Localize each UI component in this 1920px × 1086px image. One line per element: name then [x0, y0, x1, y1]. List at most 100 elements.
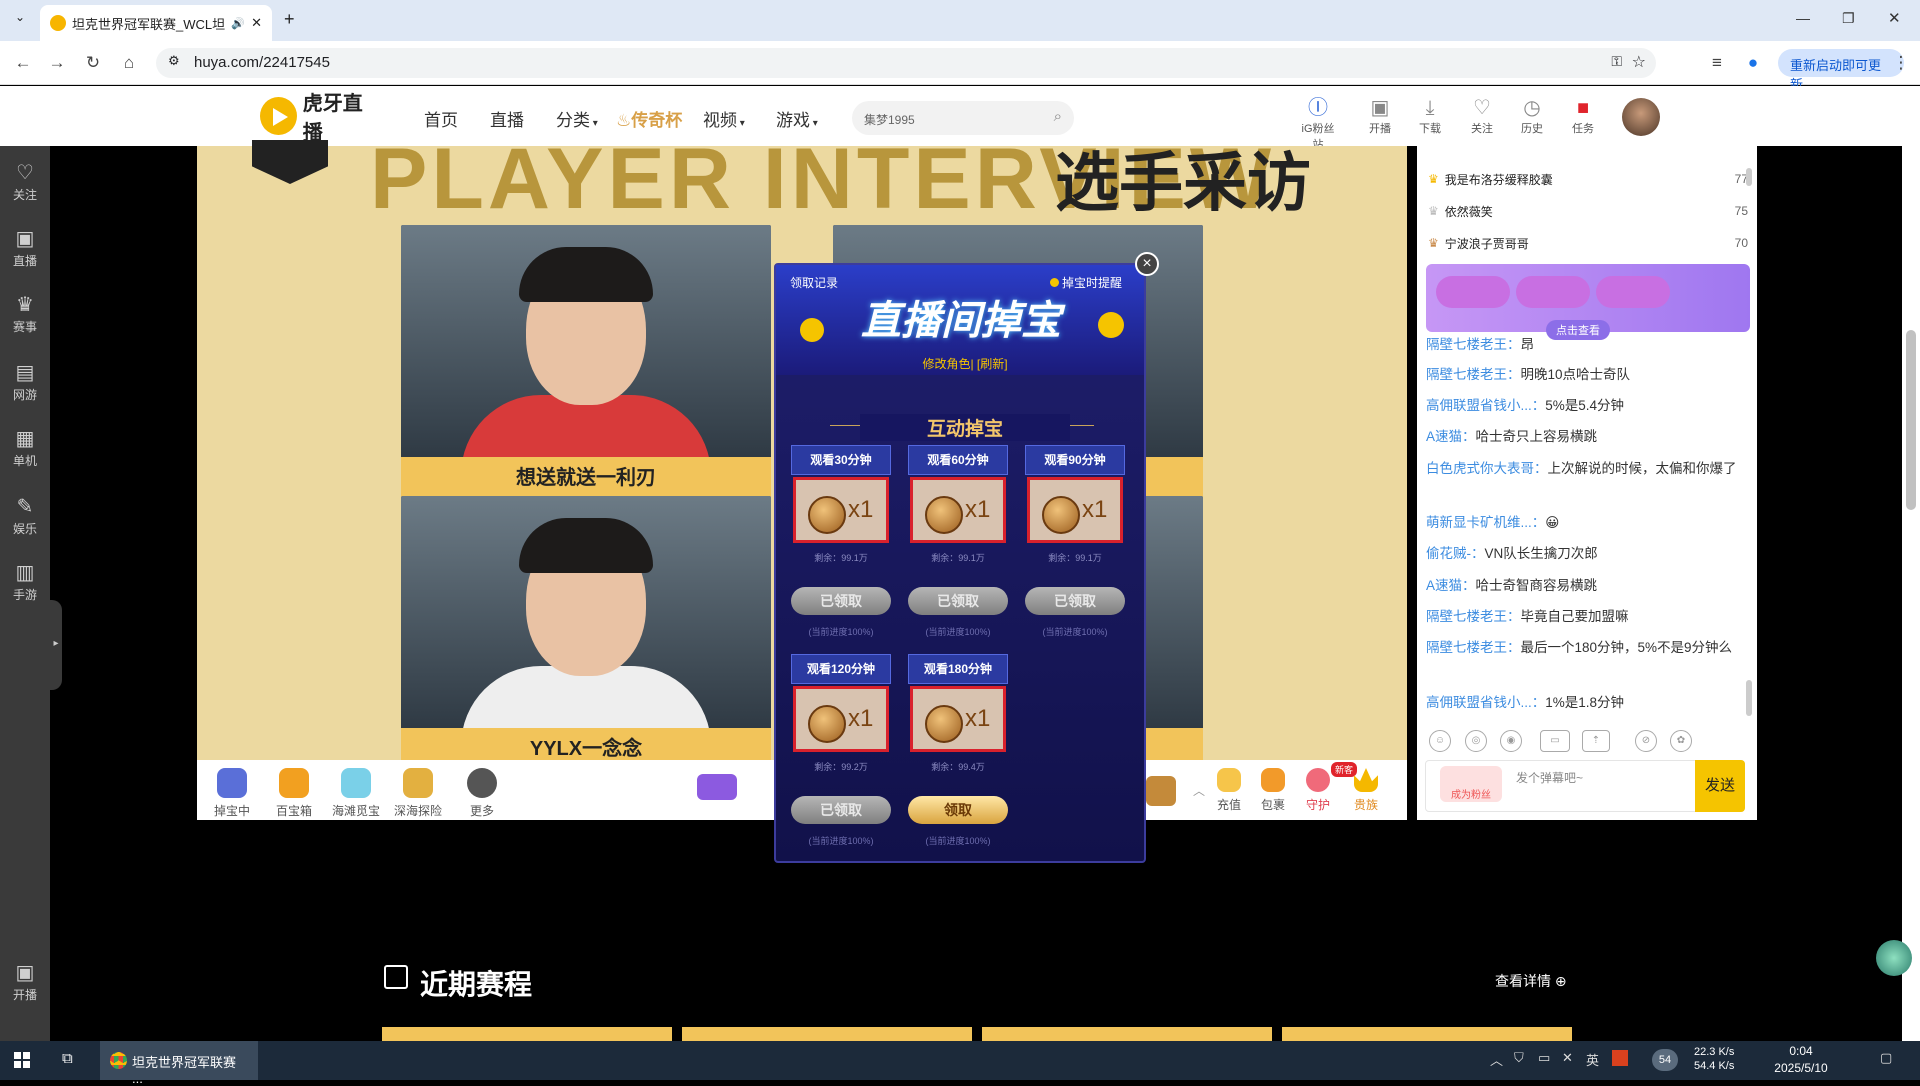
plugin-icon[interactable]: ▭ — [1540, 730, 1570, 752]
gift-item[interactable]: 掉宝中 — [202, 768, 262, 819]
become-fan-button[interactable]: 成为粉丝 — [1440, 766, 1502, 802]
header-history[interactable]: ◷ 历史 — [1512, 96, 1552, 136]
rank-scrollbar[interactable] — [1746, 168, 1752, 186]
floating-assistant-icon[interactable] — [1876, 940, 1912, 976]
sidebar-item-events[interactable]: ♛ 赛事 — [0, 292, 50, 335]
gift-item[interactable]: 更多 — [452, 768, 512, 819]
notification-icon[interactable]: ▢ — [1880, 1050, 1892, 1066]
browser-tab[interactable]: 坦克世界冠军联赛_WCL坦克 🔊 ✕ — [40, 5, 272, 41]
sidebar-item-follow[interactable]: ♡ 关注 — [0, 160, 50, 203]
claim-button[interactable]: 领取 — [908, 796, 1008, 824]
sidebar-item-entertainment[interactable]: ✎ 娱乐 — [0, 494, 50, 537]
claimed-button[interactable]: 已领取 — [791, 587, 891, 615]
ime-icon[interactable]: 英 — [1586, 1050, 1599, 1069]
top-icon[interactable]: ⇡ — [1582, 730, 1610, 752]
password-key-icon[interactable]: ⚿ — [1611, 53, 1622, 70]
windows-start-icon[interactable] — [14, 1052, 30, 1068]
chat-user[interactable]: 萌新显卡矿机维...： — [1426, 515, 1545, 530]
sidebar-item-live[interactable]: ▣ 直播 — [0, 226, 50, 269]
page-scrollbar-track[interactable] — [1902, 146, 1920, 1041]
gift-item[interactable]: 百宝箱 — [264, 768, 324, 819]
schedule-card[interactable] — [1282, 1027, 1572, 1041]
meme-icon[interactable]: ◎ — [1465, 730, 1487, 752]
forward-icon[interactable]: → — [46, 52, 68, 74]
chevron-up-icon[interactable]: ︿ — [1190, 776, 1208, 806]
rank-row[interactable]: ♛ 我是布洛芬缓释胶囊 77 — [1428, 166, 1748, 192]
backpack-button[interactable]: 包裹 — [1253, 768, 1293, 813]
schedule-card[interactable] — [382, 1027, 672, 1041]
chat-user[interactable]: A速猫： — [1426, 429, 1476, 444]
remind-checkbox-icon[interactable] — [1050, 278, 1059, 287]
chat-user[interactable]: 隔壁七楼老王： — [1426, 609, 1521, 624]
settings-icon[interactable]: ✿ — [1670, 730, 1692, 752]
update-button[interactable]: 重新启动即可更新 — [1778, 49, 1904, 92]
chat-user[interactable]: 隔壁七楼老王： — [1426, 367, 1521, 382]
address-bar[interactable]: ⚙ huya.com/22417545 ⚿ ☆ — [156, 48, 1656, 78]
gift-item[interactable]: 深海探险 — [388, 768, 448, 819]
profile-icon[interactable]: ● — [1742, 52, 1764, 74]
header-follow[interactable]: ♡ 关注 — [1462, 96, 1502, 136]
site-info-icon[interactable]: ⚙ — [168, 53, 180, 69]
sidebar-item-single[interactable]: ▦ 单机 — [0, 426, 50, 469]
nav-games[interactable]: 游戏 ▾ — [776, 106, 818, 131]
schedule-card[interactable] — [682, 1027, 972, 1041]
nav-live[interactable]: 直播 — [490, 106, 524, 131]
gift-item[interactable]: 海滩觅宝 — [326, 768, 386, 819]
search-icon[interactable]: ⌕ — [1054, 108, 1062, 125]
promo-item[interactable] — [1516, 276, 1590, 308]
close-window-button[interactable]: ✕ — [1888, 9, 1901, 27]
header-download[interactable]: ⤓ 下载 — [1410, 96, 1450, 136]
chat-scrollbar[interactable] — [1746, 680, 1752, 716]
nav-category[interactable]: 分类 ▾ — [556, 106, 598, 131]
taskbar-chrome-app[interactable]: 坦克世界冠军联赛 ... — [100, 1041, 258, 1086]
new-tab-button[interactable]: + — [284, 9, 295, 30]
nav-home[interactable]: 首页 — [424, 106, 458, 131]
send-button[interactable]: 发送 — [1695, 760, 1745, 812]
emoji-icon[interactable]: ☺ — [1429, 730, 1451, 752]
chat-user[interactable]: 隔壁七楼老王： — [1426, 337, 1521, 352]
back-icon[interactable]: ← — [12, 52, 34, 74]
face-icon[interactable]: ◉ — [1500, 730, 1522, 752]
sidebar-item-mobile-games[interactable]: ▥ 手游 — [0, 560, 50, 603]
nav-legend-cup[interactable]: ♨传奇杯 — [616, 106, 682, 131]
rank-row[interactable]: ♛ 宁波浪子贾哥哥 70 — [1428, 230, 1748, 256]
header-tasks[interactable]: ■ 任务 — [1563, 96, 1603, 136]
schedule-card[interactable] — [982, 1027, 1272, 1041]
weekly-star-icon[interactable] — [697, 774, 737, 800]
system-clock[interactable]: 0:04 2025/5/10 — [1768, 1043, 1834, 1077]
minimize-button[interactable]: — — [1796, 10, 1810, 26]
mute-speaker-icon[interactable]: ✕ — [1562, 1050, 1573, 1066]
promo-item[interactable] — [1436, 276, 1510, 308]
avatar[interactable] — [1622, 98, 1660, 136]
promo-item[interactable] — [1596, 276, 1670, 308]
home-icon[interactable]: ⌂ — [118, 52, 140, 74]
chat-user[interactable]: 偷花贼-： — [1426, 546, 1485, 561]
sidebar-expand-toggle[interactable]: ▸ — [50, 600, 62, 690]
page-scrollbar-thumb[interactable] — [1906, 330, 1916, 510]
sidebar-item-start-broadcast[interactable]: ▣ 开播 — [0, 960, 50, 1003]
close-tab-icon[interactable]: ✕ — [251, 15, 262, 31]
header-broadcast[interactable]: ▣ 开播 — [1360, 96, 1400, 136]
noble-button[interactable]: 贵族 — [1346, 768, 1386, 813]
restore-button[interactable]: ❐ — [1842, 10, 1855, 27]
chat-user[interactable]: 隔壁七楼老王： — [1426, 640, 1521, 655]
claimed-button[interactable]: 已领取 — [908, 587, 1008, 615]
cpu-usage-badge[interactable]: 54 — [1652, 1049, 1678, 1071]
claimed-button[interactable]: 已领取 — [1025, 587, 1125, 615]
chat-user[interactable]: 白色虎式你大表哥： — [1426, 461, 1548, 476]
promo-banner[interactable]: 点击查看 — [1426, 264, 1750, 340]
change-role-link[interactable]: 修改角色| [刷新] — [900, 355, 1030, 372]
tray-expand-icon[interactable]: ︿ — [1490, 1050, 1503, 1069]
speaker-icon[interactable]: 🔊 — [231, 17, 245, 30]
tab-list-button[interactable]: ⌄ — [10, 10, 30, 30]
sidebar-item-online-games[interactable]: ▤ 网游 — [0, 360, 50, 403]
huya-logo[interactable]: 虎牙直播 — [260, 93, 380, 144]
nav-video[interactable]: 视频 ▾ — [703, 106, 745, 131]
chat-user[interactable]: 高佣联盟省钱小...： — [1426, 398, 1545, 413]
close-icon[interactable]: × — [1135, 252, 1159, 276]
reload-icon[interactable]: ↻ — [82, 52, 104, 74]
claimed-button[interactable]: 已领取 — [791, 796, 891, 824]
recharge-button[interactable]: 充值 — [1209, 768, 1249, 813]
app-tray-icon[interactable] — [1612, 1050, 1628, 1066]
beast-gift-icon[interactable] — [1146, 776, 1176, 806]
